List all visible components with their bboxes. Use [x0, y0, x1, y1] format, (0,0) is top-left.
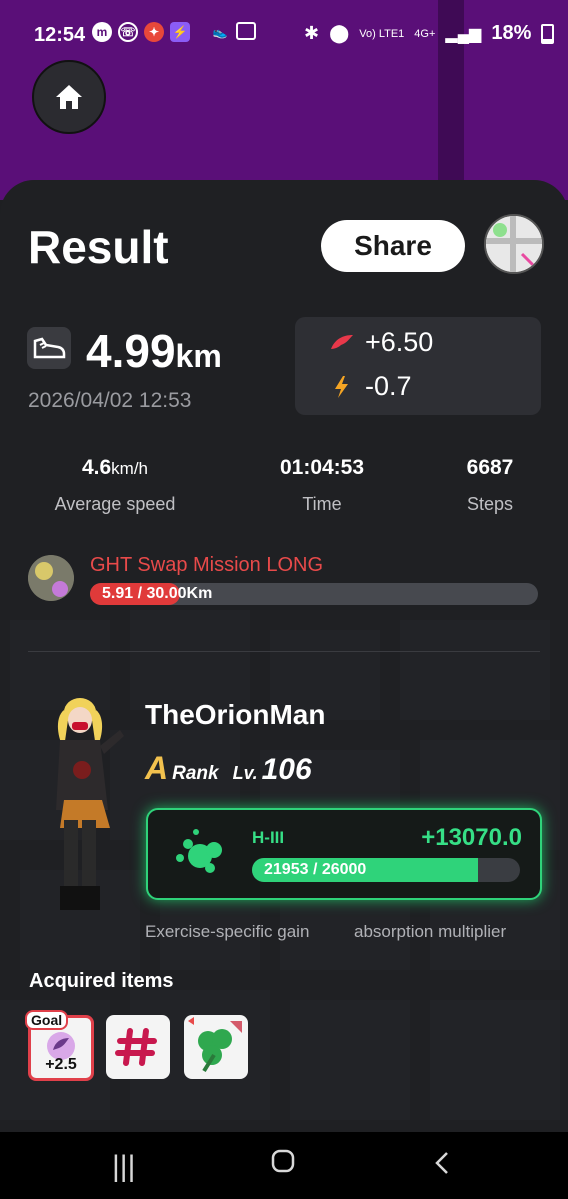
mission-icon — [28, 555, 74, 601]
gain-caption: Exercise-specific gain — [145, 922, 310, 941]
time-label: Time — [302, 494, 342, 514]
steps-label: Steps — [466, 494, 514, 514]
acquired-items-title: Acquired items — [29, 970, 174, 992]
level-number: 106 — [261, 753, 312, 786]
run-datetime: 2026/04/02 12:53 — [28, 389, 192, 412]
mission-progress-text: 5.91 / 30.00Km — [102, 585, 213, 602]
player-name: TheOrionMan — [145, 699, 326, 730]
gain-level-label: H-III — [252, 828, 285, 847]
status-time: 12:54 — [34, 24, 86, 46]
app-icon: ✦ — [144, 22, 164, 42]
home-nav-icon[interactable] — [270, 1148, 296, 1182]
speed-value: 4.6 — [81, 456, 112, 479]
result-sheet: Result Share 4.99km 2026/04/02 12:53 +6.… — [0, 180, 568, 1132]
location-icon: ⬤ — [329, 23, 350, 43]
gain-amount: +13070.0 — [421, 824, 522, 851]
network-type-label: 4G+ — [414, 27, 436, 40]
distance-value: 4.99km — [86, 325, 222, 377]
gain-progress-text: 21953 / 26000 — [264, 861, 367, 878]
steps-stat: 6687 Steps — [440, 456, 540, 515]
steps-value: 6687 — [466, 456, 514, 479]
energy-reward-row: -0.7 — [329, 371, 412, 402]
gain-progress-bar: 21953 / 26000 — [252, 858, 520, 882]
viber-icon: ☏ — [118, 22, 138, 42]
network-label: Vo) LTE1 — [359, 27, 405, 40]
distance-unit: km — [175, 338, 222, 374]
reward-summary: +6.50 -0.7 — [295, 317, 541, 415]
gain-reward-row: +6.50 — [329, 327, 433, 358]
rank-level: A Rank Lv. 106 — [145, 750, 312, 787]
bluetooth-icon: ✱ — [304, 23, 320, 43]
clover-item[interactable] — [184, 1015, 248, 1079]
clover-icon — [188, 1017, 242, 1073]
time-stat: 01:04:53 Time — [252, 456, 392, 515]
recent-apps-icon[interactable]: ||| — [112, 1150, 135, 1184]
green-bubbles-icon — [176, 829, 222, 873]
signal-icon: ▂▄▆ — [445, 25, 482, 43]
status-bar: 12:54 m ☏ ✦ ⚡ 👟 ✱ ⬤ Vo) LTE1 4G+ ▂▄▆ 18% — [0, 0, 568, 70]
rank-letter: A — [145, 750, 169, 786]
messenger-icon: m — [92, 22, 112, 42]
shoe-icon — [27, 327, 71, 369]
multiplier-caption: absorption multiplier — [354, 922, 507, 941]
back-icon[interactable] — [432, 1150, 452, 1184]
speed-label: Average speed — [54, 494, 176, 514]
mission-title: GHT Swap Mission LONG — [90, 554, 324, 576]
goal-item-value: +2.5 — [45, 1056, 77, 1073]
average-speed-stat: 4.6km/h Average speed — [40, 456, 190, 515]
map-thumbnail-icon — [486, 216, 542, 272]
gallery-icon — [236, 22, 256, 40]
home-button[interactable] — [32, 60, 106, 134]
level-word: Lv. — [232, 763, 258, 783]
time-value: 01:04:53 — [279, 456, 365, 479]
lightning-icon — [335, 375, 348, 398]
gain-panel: H-III +13070.0 21953 / 26000 — [146, 808, 542, 900]
divider — [28, 651, 540, 652]
page-title: Result — [28, 221, 169, 273]
character-figure — [50, 690, 142, 920]
hashtag-item[interactable] — [106, 1015, 170, 1079]
hashtag-icon — [115, 1028, 157, 1066]
goal-item[interactable]: Goal +2.5 — [25, 1010, 94, 1081]
share-button[interactable]: Share — [321, 220, 465, 272]
gain-reward-value: +6.50 — [365, 327, 434, 357]
sneaker-app-icon: 👟 — [212, 25, 228, 39]
battery-percent: 18% — [491, 22, 532, 44]
map-thumbnail[interactable] — [484, 214, 544, 274]
mission-progress-bar: 5.91 / 30.00Km — [90, 583, 538, 605]
home-icon — [56, 85, 82, 109]
notification-icons: m ☏ ✦ ⚡ 👟 — [92, 22, 256, 42]
battery-icon — [541, 23, 555, 44]
wing-icon — [331, 334, 353, 349]
system-icons: ✱ ⬤ Vo) LTE1 4G+ ▂▄▆ 18% — [304, 22, 555, 45]
system-nav-bar: ||| — [0, 1132, 568, 1199]
speed-unit: km/h — [111, 459, 149, 478]
energy-reward-value: -0.7 — [365, 371, 412, 401]
flash-app-icon: ⚡ — [170, 22, 190, 42]
rank-word: Rank — [172, 763, 219, 784]
